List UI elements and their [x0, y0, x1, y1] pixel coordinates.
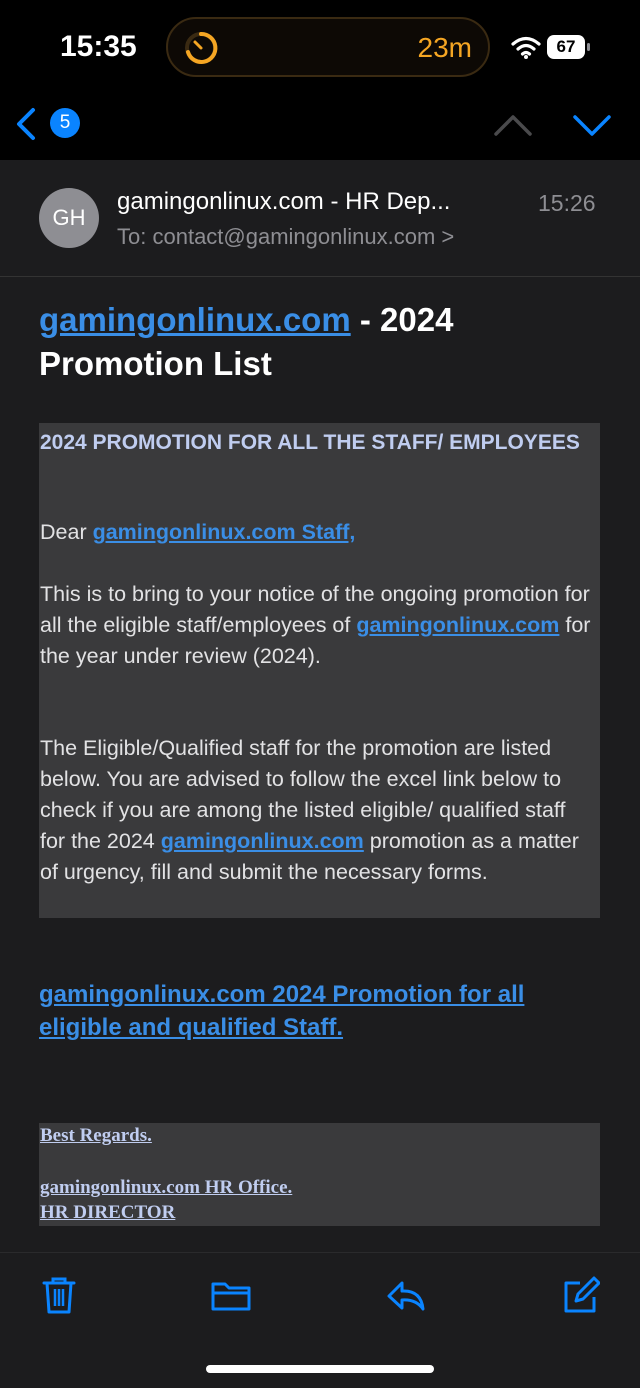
compose-icon[interactable]: [562, 1275, 600, 1315]
reply-icon[interactable]: [386, 1275, 426, 1315]
message-header: GH gamingonlinux.com - HR Dep... 15:26 T…: [0, 160, 640, 277]
wifi-icon: [511, 36, 541, 59]
timer-remaining: 23m: [417, 32, 472, 63]
subject-link[interactable]: gamingonlinux.com: [39, 301, 351, 338]
timer-icon: [185, 31, 218, 64]
email-subject: gamingonlinux.com - 2024 Promotion List: [39, 298, 599, 386]
chevron-down-icon[interactable]: [572, 113, 612, 137]
greeting-text: Dear: [40, 520, 93, 544]
recipient-address[interactable]: contact@gamingonlinux.com: [152, 224, 435, 249]
status-bar: 15:35 23m 67: [0, 0, 640, 95]
body-paragraph-2: The Eligible/Qualified staff for the pro…: [40, 733, 595, 888]
chevron-up-icon[interactable]: [493, 113, 533, 137]
unread-count-badge[interactable]: 5: [50, 108, 80, 138]
greeting-link[interactable]: gamingonlinux.com Staff,: [93, 520, 356, 544]
para1-link[interactable]: gamingonlinux.com: [356, 613, 559, 637]
trash-icon[interactable]: [40, 1275, 78, 1315]
folder-icon[interactable]: [211, 1275, 251, 1315]
battery-level: 67: [556, 37, 576, 56]
recipient-line[interactable]: To: contact@gamingonlinux.com >: [117, 224, 454, 250]
chevron-left-icon[interactable]: [14, 107, 38, 141]
to-label: To:: [117, 224, 147, 249]
signature-title[interactable]: HR DIRECTOR: [40, 1202, 175, 1224]
chevron-right-icon: >: [441, 224, 455, 249]
mail-nav-bar: 5: [0, 95, 640, 160]
status-time: 15:35: [60, 30, 137, 63]
signature-box: Best Regards. gamingonlinux.com HR Offic…: [39, 1123, 600, 1226]
signature-regards[interactable]: Best Regards.: [40, 1125, 152, 1147]
sender-name[interactable]: gamingonlinux.com - HR Dep...: [117, 188, 450, 216]
avatar[interactable]: GH: [39, 188, 99, 248]
email-body-box: 2024 PROMOTION FOR ALL THE STAFF/ EMPLOY…: [39, 423, 600, 918]
dynamic-island[interactable]: 23m: [166, 17, 490, 77]
para2-link[interactable]: gamingonlinux.com: [161, 829, 364, 853]
body-heading: 2024 PROMOTION FOR ALL THE STAFF/ EMPLOY…: [40, 431, 580, 454]
message-time: 15:26: [538, 190, 596, 216]
greeting: Dear gamingonlinux.com Staff,: [40, 517, 595, 548]
promotion-link[interactable]: gamingonlinux.com 2024 Promotion for all…: [39, 978, 599, 1044]
body-paragraph-1: This is to bring to your notice of the o…: [40, 579, 595, 672]
home-indicator[interactable]: [206, 1365, 434, 1373]
battery-icon: 67: [547, 35, 593, 59]
signature-office[interactable]: gamingonlinux.com HR Office.: [40, 1177, 292, 1199]
